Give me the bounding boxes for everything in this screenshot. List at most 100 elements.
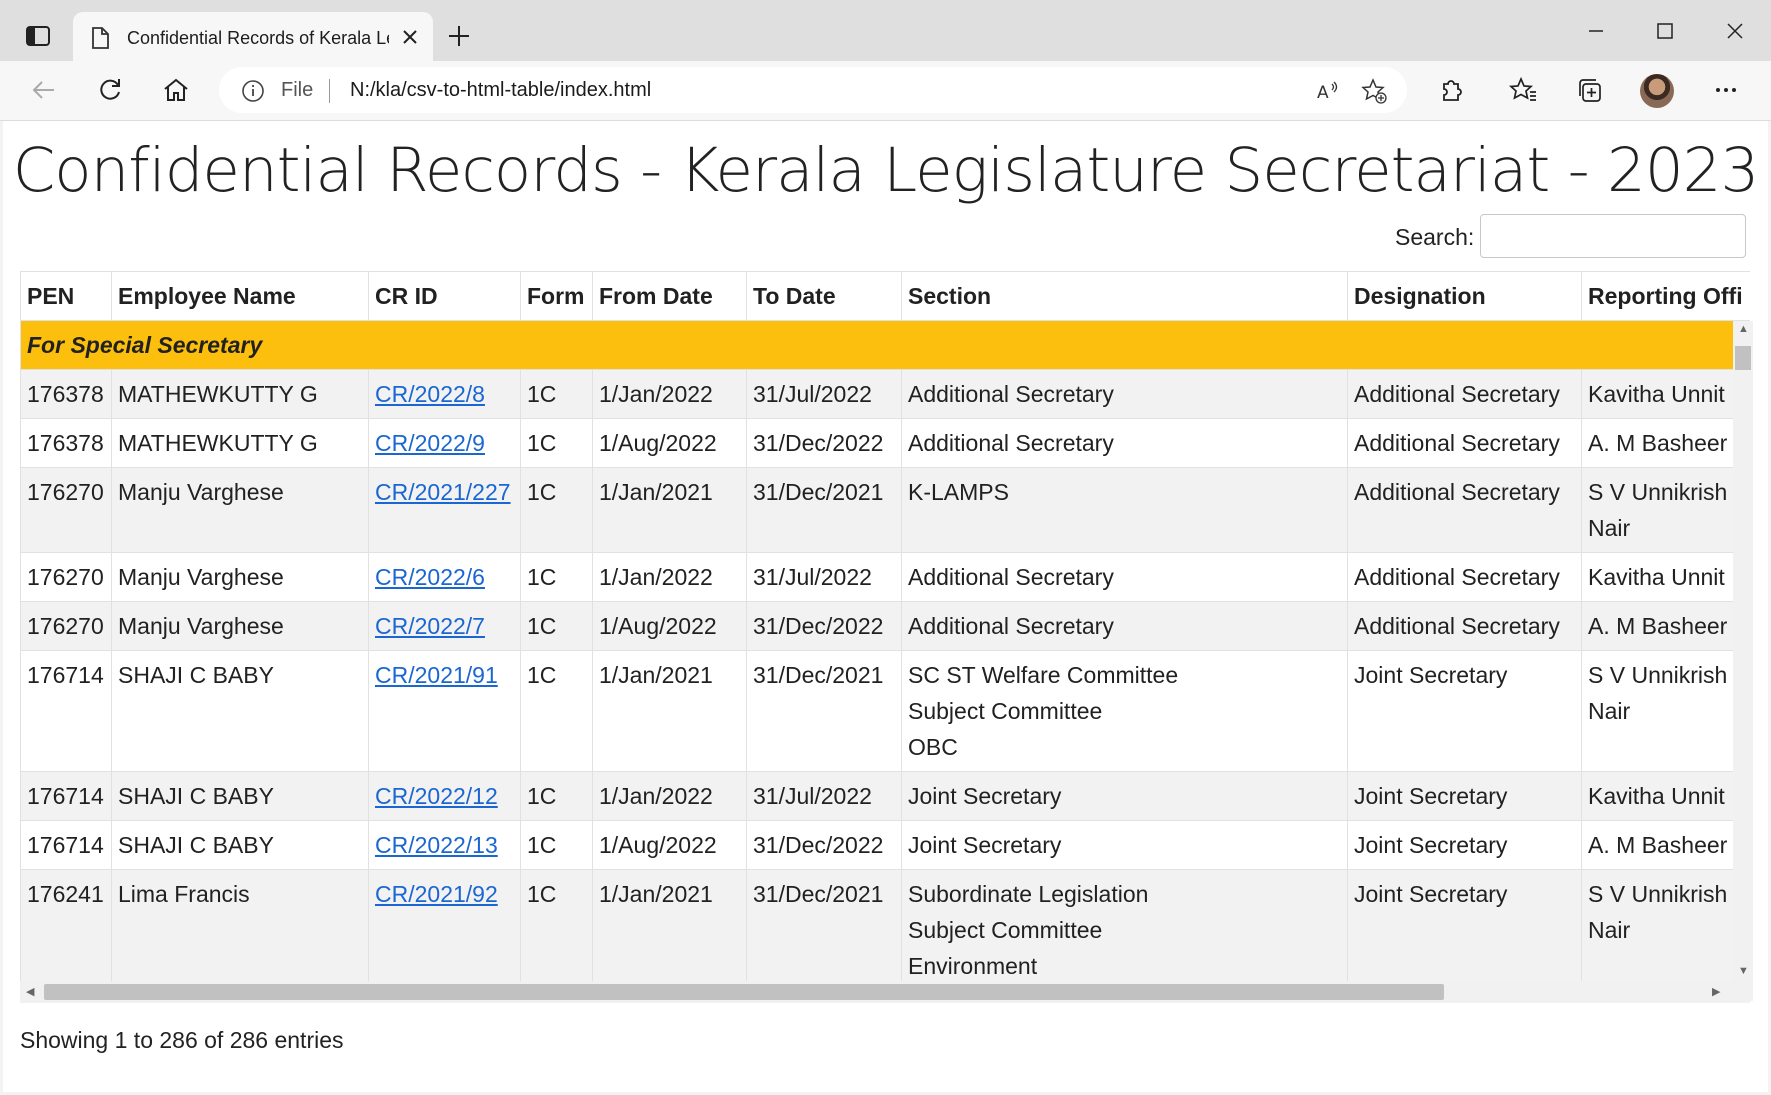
url-text[interactable]: N:/kla/csv-to-html-table/index.html: [350, 78, 651, 102]
cell-pen: 176270: [20, 552, 112, 602]
cr-link[interactable]: CR/2022/12: [375, 783, 498, 809]
search-input[interactable]: [1480, 214, 1746, 258]
tab-title: Confidential Records of Kerala Le: [127, 28, 389, 48]
table-row: 176270 Manju Varghese CR/2022/6 1C 1/Jan…: [20, 552, 1750, 602]
vertical-scrollbar[interactable]: ▲ ▼: [1733, 321, 1753, 1001]
browser-tab[interactable]: Confidential Records of Kerala Le: [73, 12, 433, 61]
cr-link[interactable]: CR/2022/8: [375, 381, 485, 407]
cell-designation: Joint Secretary: [1347, 869, 1582, 991]
cell-to-date: 31/Jul/2022: [746, 771, 902, 821]
cell-from-date: 1/Jan/2022: [592, 552, 747, 602]
back-icon[interactable]: [29, 75, 59, 105]
header-employee-name[interactable]: Employee Name: [111, 271, 369, 321]
section-line: OBC: [908, 734, 958, 760]
cell-employee-name: Manju Varghese: [111, 601, 369, 651]
refresh-icon[interactable]: [95, 75, 125, 105]
header-cr-id[interactable]: CR ID: [368, 271, 521, 321]
cr-link[interactable]: CR/2021/227: [375, 479, 511, 505]
close-tab-icon[interactable]: [399, 26, 421, 48]
horizontal-scroll-thumb[interactable]: [44, 984, 1444, 1000]
svg-text:A: A: [1317, 83, 1329, 103]
section-line: Additional Secretary: [908, 381, 1114, 407]
header-from-date[interactable]: From Date: [592, 271, 747, 321]
cell-employee-name: Manju Varghese: [111, 552, 369, 602]
cell-designation: Additional Secretary: [1347, 467, 1582, 553]
cell-form: 1C: [520, 771, 593, 821]
home-icon[interactable]: [161, 75, 191, 105]
cell-cr-id: CR/2022/7: [368, 601, 521, 651]
collections-icon[interactable]: [1575, 75, 1605, 105]
header-pen[interactable]: PEN: [20, 271, 112, 321]
cell-pen: 176270: [20, 467, 112, 553]
cell-employee-name: SHAJI C BABY: [111, 820, 369, 870]
header-reporting-officer[interactable]: Reporting Offi: [1581, 271, 1750, 321]
table-row: 176270 Manju Varghese CR/2022/7 1C 1/Aug…: [20, 601, 1750, 651]
new-tab-icon[interactable]: [447, 24, 471, 48]
cr-link[interactable]: CR/2022/7: [375, 613, 485, 639]
more-options-icon[interactable]: [1711, 75, 1741, 105]
cell-cr-id: CR/2022/9: [368, 418, 521, 468]
read-aloud-icon[interactable]: A: [1315, 78, 1341, 104]
cell-section: Additional Secretary: [901, 552, 1348, 602]
section-line: K-LAMPS: [908, 479, 1009, 505]
cell-from-date: 1/Jan/2021: [592, 467, 747, 553]
profile-avatar[interactable]: [1640, 74, 1674, 108]
cell-designation: Joint Secretary: [1347, 771, 1582, 821]
cell-reporting-officer: Kavitha Unnit: [1581, 369, 1750, 419]
officer-line: Kavitha Unnit: [1588, 381, 1725, 407]
scroll-down-arrow-icon[interactable]: ▼: [1738, 965, 1749, 977]
favorites-icon[interactable]: [1508, 75, 1538, 105]
address-bar[interactable]: File N:/kla/csv-to-html-table/index.html…: [219, 67, 1407, 113]
cell-form: 1C: [520, 601, 593, 651]
maximize-icon[interactable]: [1645, 18, 1685, 44]
cell-reporting-officer: Kavitha Unnit: [1581, 771, 1750, 821]
cr-link[interactable]: CR/2022/9: [375, 430, 485, 456]
cr-link[interactable]: CR/2022/13: [375, 832, 498, 858]
header-form[interactable]: Form: [520, 271, 593, 321]
scroll-right-arrow-icon[interactable]: ▶: [1712, 985, 1720, 998]
info-icon[interactable]: [241, 79, 265, 103]
officer-line: Nair: [1588, 515, 1631, 541]
cell-reporting-officer: Kavitha Unnit: [1581, 552, 1750, 602]
officer-line: S V Unnikrish: [1588, 479, 1728, 505]
address-separator: [329, 79, 330, 103]
page-title: Confidential Records - Kerala Legislatur…: [12, 135, 1760, 206]
table-header-row: PEN Employee Name CR ID Form From Date T…: [20, 271, 1750, 321]
add-favorite-icon[interactable]: [1361, 78, 1387, 104]
cell-cr-id: CR/2022/12: [368, 771, 521, 821]
cell-to-date: 31/Dec/2021: [746, 650, 902, 772]
cr-link[interactable]: CR/2022/6: [375, 564, 485, 590]
cell-from-date: 1/Jan/2022: [592, 771, 747, 821]
vertical-scroll-thumb[interactable]: [1735, 346, 1751, 370]
cell-reporting-officer: S V Unnikrish Nair: [1581, 650, 1750, 772]
cell-to-date: 31/Dec/2022: [746, 601, 902, 651]
cell-designation: Joint Secretary: [1347, 820, 1582, 870]
scroll-left-arrow-icon[interactable]: ◀: [26, 985, 34, 998]
cr-link[interactable]: CR/2021/92: [375, 881, 498, 907]
table-row: 176378 MATHEWKUTTY G CR/2022/9 1C 1/Aug/…: [20, 418, 1750, 468]
cell-pen: 176714: [20, 650, 112, 772]
tab-actions-icon[interactable]: [24, 22, 52, 50]
table-row: 176714 SHAJI C BABY CR/2022/13 1C 1/Aug/…: [20, 820, 1750, 870]
officer-line: Kavitha Unnit: [1588, 564, 1725, 590]
officer-line: Kavitha Unnit: [1588, 783, 1725, 809]
cell-cr-id: CR/2021/92: [368, 869, 521, 991]
cell-employee-name: SHAJI C BABY: [111, 650, 369, 772]
minimize-icon[interactable]: [1576, 18, 1616, 44]
cell-cr-id: CR/2021/91: [368, 650, 521, 772]
horizontal-scrollbar[interactable]: ◀ ▶: [20, 981, 1750, 1003]
header-to-date[interactable]: To Date: [746, 271, 902, 321]
cell-designation: Additional Secretary: [1347, 601, 1582, 651]
close-window-icon[interactable]: [1715, 18, 1755, 44]
cell-cr-id: CR/2021/227: [368, 467, 521, 553]
cell-form: 1C: [520, 869, 593, 991]
section-line: Subject Committee: [908, 698, 1103, 724]
address-prefix: File: [281, 79, 314, 101]
extensions-icon[interactable]: [1436, 75, 1466, 105]
header-designation[interactable]: Designation: [1347, 271, 1582, 321]
header-section[interactable]: Section: [901, 271, 1348, 321]
cr-link[interactable]: CR/2021/91: [375, 662, 498, 688]
scroll-up-arrow-icon[interactable]: ▲: [1738, 323, 1749, 335]
cell-designation: Additional Secretary: [1347, 418, 1582, 468]
cell-to-date: 31/Dec/2021: [746, 467, 902, 553]
